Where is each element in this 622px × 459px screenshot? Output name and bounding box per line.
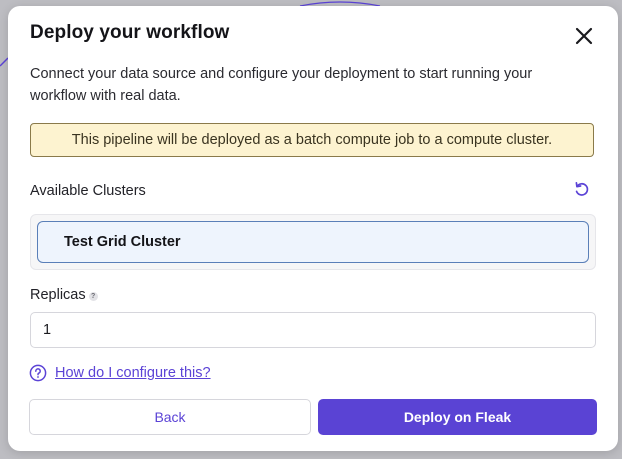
configure-help-link[interactable]: How do I configure this? [55, 365, 211, 381]
refresh-icon [575, 181, 589, 196]
available-clusters-label: Available Clusters [30, 183, 146, 199]
replicas-label: Replicas? [30, 287, 98, 303]
modal-title: Deploy your workflow [30, 22, 230, 43]
replicas-input[interactable] [30, 312, 596, 348]
close-icon [575, 27, 593, 45]
background-edge-fragment [0, 57, 9, 67]
refresh-clusters-button[interactable] [572, 179, 592, 199]
info-banner: This pipeline will be deployed as a batc… [30, 123, 594, 157]
close-button[interactable] [572, 24, 596, 48]
back-button[interactable]: Back [29, 399, 311, 435]
cluster-list: Test Grid Cluster [30, 214, 596, 270]
cluster-item-test-grid[interactable]: Test Grid Cluster [37, 221, 589, 263]
deploy-button[interactable]: Deploy on Fleak [318, 399, 597, 435]
cluster-name: Test Grid Cluster [64, 234, 181, 250]
question-circle-icon [29, 364, 47, 382]
replicas-label-text: Replicas [30, 287, 86, 303]
modal-description: Connect your data source and configure y… [30, 66, 533, 104]
deploy-modal: Deploy your workflow Connect your data s… [8, 6, 618, 451]
replicas-help-icon[interactable]: ? [88, 292, 98, 301]
